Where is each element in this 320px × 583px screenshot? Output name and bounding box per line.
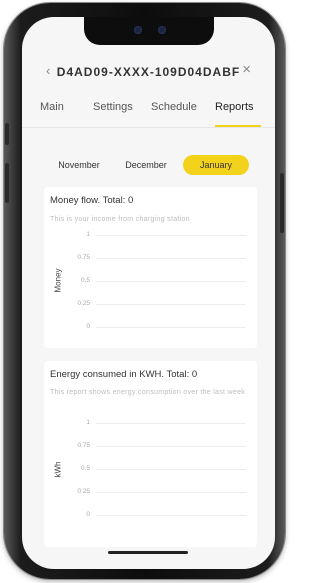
tab-schedule[interactable]: Schedule bbox=[151, 101, 197, 113]
gridline bbox=[96, 423, 246, 424]
y-tick: 0 bbox=[86, 323, 90, 330]
month-january[interactable]: January bbox=[183, 155, 249, 175]
energy-y-axis-label: kWh bbox=[53, 461, 63, 478]
money-flow-card: Money flow. Total: 0 This is your income… bbox=[44, 187, 257, 348]
sensor-icon bbox=[158, 26, 166, 34]
gridline bbox=[96, 469, 246, 470]
energy-consumed-card: Energy consumed in KWH. Total: 0 This re… bbox=[44, 361, 257, 547]
month-november[interactable]: November bbox=[52, 155, 106, 175]
gridline bbox=[96, 327, 246, 328]
tab-main[interactable]: Main bbox=[40, 101, 64, 113]
screen: ‹ D4AD09-XXXX-109D04DABF × Main Settings… bbox=[22, 17, 275, 569]
gridline bbox=[96, 492, 246, 493]
y-tick: 0.5 bbox=[80, 277, 90, 284]
device-title: D4AD09-XXXX-109D04DABF bbox=[56, 65, 241, 79]
notch bbox=[84, 17, 214, 45]
gridline bbox=[96, 446, 246, 447]
y-tick: 0.5 bbox=[80, 465, 90, 472]
tab-bar: Main Settings Schedule Reports bbox=[22, 99, 275, 123]
y-tick: 1 bbox=[86, 231, 90, 238]
money-y-axis-label: Money bbox=[53, 268, 63, 293]
y-tick: 0.25 bbox=[77, 300, 90, 307]
month-selector: November December January bbox=[22, 155, 275, 175]
gridline bbox=[96, 258, 246, 259]
gridline bbox=[96, 281, 246, 282]
phone-frame: ‹ D4AD09-XXXX-109D04DABF × Main Settings… bbox=[4, 3, 285, 579]
y-tick: 0.25 bbox=[77, 488, 90, 495]
power-button bbox=[280, 173, 284, 233]
camera-icon bbox=[134, 26, 142, 34]
gridline bbox=[96, 304, 246, 305]
side-button bbox=[5, 123, 9, 145]
money-chart-subtitle: This is your income from charging statio… bbox=[50, 216, 190, 223]
y-tick: 0.75 bbox=[77, 254, 90, 261]
home-indicator[interactable] bbox=[108, 551, 188, 554]
header: ‹ D4AD09-XXXX-109D04DABF × bbox=[22, 61, 275, 83]
y-tick: 1 bbox=[86, 419, 90, 426]
tab-reports[interactable]: Reports bbox=[215, 101, 254, 113]
energy-chart-subtitle: This report shows energy consumption ove… bbox=[50, 389, 246, 396]
y-tick: 0.75 bbox=[77, 442, 90, 449]
close-icon[interactable]: × bbox=[242, 61, 251, 78]
tab-settings[interactable]: Settings bbox=[93, 101, 133, 113]
y-tick: 0 bbox=[86, 511, 90, 518]
gridline bbox=[96, 235, 246, 236]
energy-chart-title: Energy consumed in KWH. Total: 0 bbox=[50, 369, 198, 380]
month-december[interactable]: December bbox=[118, 155, 174, 175]
money-chart-title: Money flow. Total: 0 bbox=[50, 195, 134, 206]
divider bbox=[22, 127, 275, 128]
gridline bbox=[96, 515, 246, 516]
volume-button bbox=[5, 163, 9, 203]
